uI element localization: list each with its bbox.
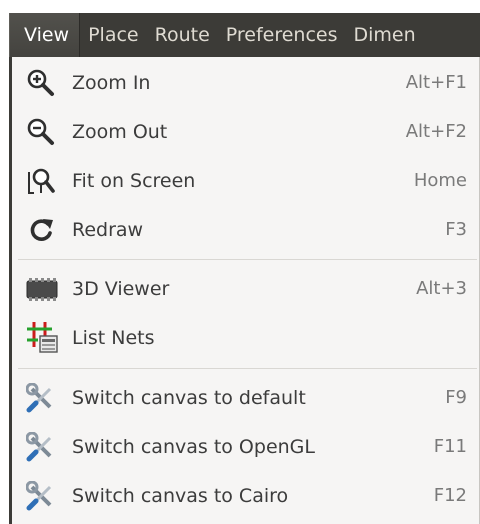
menu-item-label: Switch canvas to OpenGL <box>72 436 315 458</box>
menu-item-label: 3D Viewer <box>72 278 170 300</box>
shortcut-label: Alt+3 <box>416 278 467 299</box>
shortcut-label: Alt+F2 <box>405 121 467 142</box>
view-menu-dropdown: Zoom In Alt+F1 Zoom Out Alt+F2 Fit on Sc… <box>9 57 480 524</box>
menu-dimensions[interactable]: Dimen <box>346 13 424 57</box>
menu-separator <box>18 368 477 369</box>
menu-separator <box>18 259 477 260</box>
menu-route[interactable]: Route <box>147 13 218 57</box>
tools-icon <box>25 480 56 511</box>
shortcut-label: F3 <box>445 219 467 240</box>
menu-item-zoom-in[interactable]: Zoom In Alt+F1 <box>12 60 479 106</box>
shortcut-label: Alt+F1 <box>405 72 467 93</box>
menu-item-label: Redraw <box>72 219 144 241</box>
shortcut-label: F11 <box>433 436 467 457</box>
menu-item-list-nets[interactable]: List Nets <box>12 315 479 361</box>
menu-item-label: Zoom Out <box>72 121 168 143</box>
menu-item-switch-canvas-opengl[interactable]: Switch canvas to OpenGL F11 <box>12 424 479 470</box>
menu-item-label: Fit on Screen <box>72 170 196 192</box>
menu-item-switch-canvas-default[interactable]: Switch canvas to default F9 <box>12 375 479 421</box>
menu-place[interactable]: Place <box>80 13 147 57</box>
tools-icon <box>25 382 56 413</box>
list-nets-icon <box>26 322 58 353</box>
menu-item-redraw[interactable]: Redraw F3 <box>12 207 479 253</box>
zoom-out-icon <box>26 117 56 147</box>
menu-item-label: Switch canvas to Cairo <box>72 485 289 507</box>
redraw-icon <box>26 215 56 245</box>
menu-item-3d-viewer[interactable]: 3D Viewer Alt+3 <box>12 266 479 312</box>
menu-preferences[interactable]: Preferences <box>218 13 346 57</box>
menu-item-label: List Nets <box>72 327 155 349</box>
zoom-fit-icon <box>26 166 56 196</box>
tools-icon <box>25 431 56 462</box>
shortcut-label: F9 <box>445 387 467 408</box>
menu-item-switch-canvas-cairo[interactable]: Switch canvas to Cairo F12 <box>12 473 479 519</box>
menu-item-label: Switch canvas to default <box>72 387 306 409</box>
menu-item-fit-on-screen[interactable]: Fit on Screen Home <box>12 158 479 204</box>
zoom-in-icon <box>26 68 56 98</box>
shortcut-label: F12 <box>433 485 467 506</box>
shortcut-label: Home <box>413 170 467 191</box>
menu-view[interactable]: View <box>9 13 81 57</box>
menu-item-zoom-out[interactable]: Zoom Out Alt+F2 <box>12 109 479 155</box>
3d-viewer-icon <box>26 274 58 304</box>
menu-item-label: Zoom In <box>72 72 151 94</box>
menu-bar: View Place Route Preferences Dimen <box>9 13 480 57</box>
